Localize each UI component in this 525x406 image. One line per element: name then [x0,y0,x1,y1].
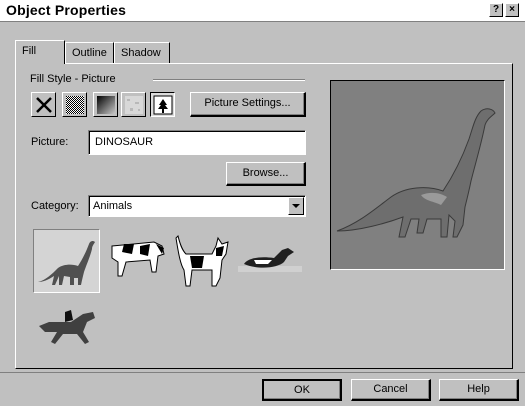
browse-button[interactable]: Browse... [226,162,306,186]
dropdown-arrow-button[interactable] [288,197,304,215]
cancel-label: Cancel [373,383,408,395]
tab-shadow[interactable]: Shadow [114,42,170,63]
picture-value: DINOSAUR [95,136,154,148]
category-label: Category: [31,200,79,212]
cancel-button[interactable]: Cancel [351,379,431,401]
thumbnail-horse-rider[interactable] [35,306,101,350]
cow-icon [111,241,165,277]
duck-icon [238,248,302,272]
title-bar: Object Properties ? × [0,0,525,22]
tab-fill-label: Fill [22,45,37,57]
picture-settings-label: Picture Settings... [204,97,291,109]
thumbnail-cow[interactable] [104,232,170,284]
cat-icon [175,235,229,287]
window-title: Object Properties [6,2,127,18]
thumbnail-cat[interactable] [172,230,232,292]
help-button[interactable]: Help [439,379,519,401]
ok-label: OK [294,384,310,396]
picture-field[interactable]: DINOSAUR [88,130,306,155]
fill-picture-button[interactable] [150,92,175,117]
thumbnail-dinosaur[interactable] [33,229,100,293]
fill-style-label: Fill Style - Picture [30,73,116,85]
picture-icon [153,95,172,114]
pattern-icon [65,95,84,114]
close-title-button[interactable]: × [505,3,519,17]
dinosaur-preview-icon [336,108,496,238]
picture-preview [330,80,505,270]
category-dropdown[interactable]: Animals [88,195,306,217]
horse-rider-icon [39,310,95,344]
help-title-button[interactable]: ? [489,3,503,17]
chevron-down-icon [292,204,300,208]
tab-shadow-label: Shadow [121,47,161,59]
tab-fill[interactable]: Fill [15,40,65,64]
none-icon [35,96,52,113]
tab-outline[interactable]: Outline [65,42,114,63]
fill-none-button[interactable] [31,92,56,117]
footer-divider [0,372,525,373]
picture-settings-button[interactable]: Picture Settings... [190,92,306,117]
help-label: Help [467,383,490,395]
category-value: Animals [93,200,133,212]
ok-button[interactable]: OK [262,379,342,401]
fill-pattern-button[interactable] [62,92,87,117]
dinosaur-icon [38,240,95,285]
texture-icon [124,95,143,114]
browse-label: Browse... [242,167,289,179]
fill-gradient-button[interactable] [93,92,118,117]
group-divider [153,79,305,81]
thumbnail-duck[interactable] [238,240,302,280]
fill-texture-button[interactable] [121,92,146,117]
gradient-icon [96,95,115,114]
tab-outline-label: Outline [72,47,107,59]
picture-label: Picture: [31,136,69,148]
